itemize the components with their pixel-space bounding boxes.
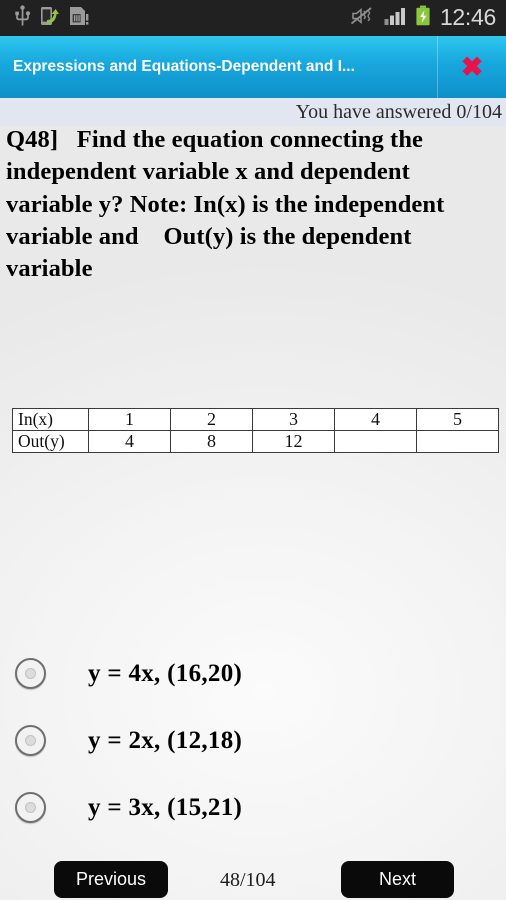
table-cell: 4 [334, 408, 417, 431]
answer-option-label: y = 3x, (15,21) [88, 793, 243, 821]
close-icon: ✖ [460, 51, 484, 82]
previous-button[interactable]: Previous [54, 860, 168, 898]
radio-inner-dot [25, 735, 36, 746]
next-button[interactable]: Next [341, 860, 454, 898]
answer-option-0[interactable]: y = 4x, (16,20) [0, 640, 506, 707]
close-button[interactable]: ✖ [438, 36, 506, 98]
data-table-container: In(x) 1 2 3 4 5 Out(y) 4 8 12 [12, 408, 499, 453]
table-cell [416, 430, 499, 453]
radio-inner-dot [25, 668, 36, 679]
page-title: Expressions and Equations-Dependent and … [13, 58, 355, 75]
table-row: Out(y) 4 8 12 [12, 430, 499, 453]
table-cell [334, 430, 417, 453]
vibrate-mute-icon [350, 6, 376, 31]
page-counter: 48/104 [220, 869, 276, 891]
status-bar-right-icons: 12:46 [350, 5, 496, 32]
table-cell: 3 [252, 408, 335, 431]
table-row-header: In(x) [12, 408, 89, 431]
table-cell: 8 [170, 430, 253, 453]
answered-count-text: You have answered 0/104 [295, 101, 502, 123]
answered-progress-bar: You have answered 0/104 [0, 98, 506, 126]
sim-card-icon [69, 5, 89, 32]
table-cell: 1 [88, 408, 171, 431]
usb-icon [14, 4, 31, 32]
battery-charging-icon [415, 5, 432, 32]
signal-bars-icon [384, 6, 407, 31]
radio-button-icon[interactable] [15, 658, 46, 689]
table-cell: 2 [170, 408, 253, 431]
table-cell: 4 [88, 430, 171, 453]
table-cell: 12 [252, 430, 335, 453]
radio-button-icon[interactable] [15, 725, 46, 756]
status-bar-clock: 12:46 [439, 3, 496, 30]
answer-option-label: y = 2x, (12,18) [88, 726, 243, 754]
table-row-header: Out(y) [12, 430, 89, 453]
answer-option-1[interactable]: y = 2x, (12,18) [0, 707, 506, 774]
table-row: In(x) 1 2 3 4 5 [12, 408, 499, 431]
app-screen: 12:46 Expressions and Equations-Dependen… [0, 0, 506, 900]
answer-option-2[interactable]: y = 3x, (15,21) [0, 774, 506, 841]
radio-button-icon[interactable] [15, 792, 46, 823]
app-title-bar: Expressions and Equations-Dependent and … [0, 36, 506, 98]
usb-debugging-icon [40, 5, 60, 32]
question-text: Q48] Find the equation connecting the in… [6, 126, 451, 283]
answer-options-list: y = 4x, (16,20) y = 2x, (12,18) y = 3x, … [0, 640, 506, 841]
radio-inner-dot [25, 802, 36, 813]
android-status-bar: 12:46 [0, 0, 506, 36]
bottom-navigation: Previous 48/104 Next [0, 858, 506, 900]
table-cell: 5 [416, 408, 499, 431]
question-block: Q48] Find the equation connecting the in… [0, 124, 506, 286]
input-output-table: In(x) 1 2 3 4 5 Out(y) 4 8 12 [12, 408, 499, 453]
answer-option-label: y = 4x, (16,20) [88, 659, 243, 687]
quiz-content: You have answered 0/104 Q48] Find the eq… [0, 98, 506, 900]
status-bar-left-icons [14, 4, 89, 32]
